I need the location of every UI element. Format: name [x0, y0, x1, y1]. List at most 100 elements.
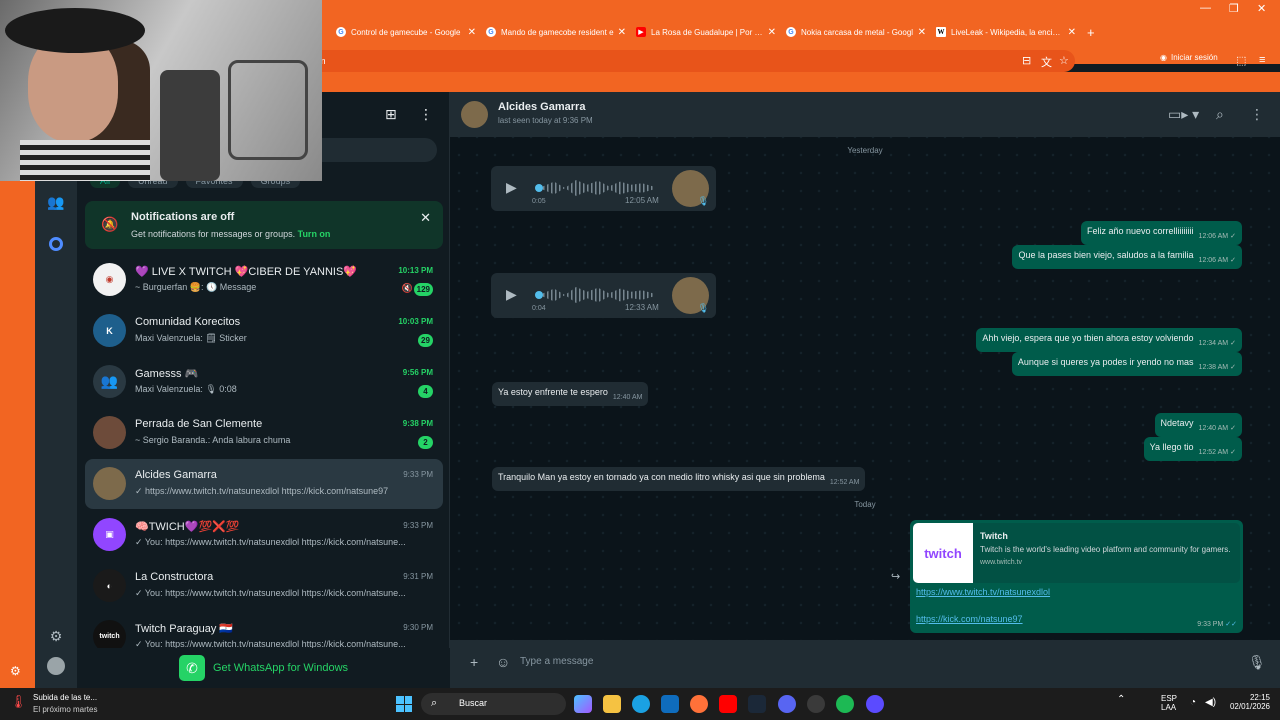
settings-icon[interactable]: ⚙ — [46, 626, 66, 646]
bell-off-icon: 🔕 — [101, 215, 119, 232]
spotify-icon[interactable] — [836, 695, 854, 713]
menu-icon[interactable]: ≡ — [1259, 54, 1265, 66]
chevron-up-icon[interactable]: ⌃ — [1117, 694, 1125, 705]
firefox-icon[interactable] — [690, 695, 708, 713]
play-icon[interactable]: ▶ — [506, 179, 517, 196]
notif-subtitle: Get notifications for messages or groups… — [131, 229, 331, 239]
message-bubble[interactable]: Ya llego tio12:52 AM ✓ — [1143, 437, 1242, 461]
app-icon[interactable] — [866, 695, 884, 713]
avatar[interactable] — [46, 656, 66, 676]
close-tab-icon[interactable]: ✕ — [918, 27, 926, 38]
browser-tab[interactable]: ▶ La Rosa de Guadalupe | Por Sie ✕ — [636, 22, 776, 42]
message-bubble[interactable]: Ndetavy12:40 AM ✓ — [1154, 413, 1242, 437]
waveform — [543, 180, 653, 196]
attach-plus-icon[interactable]: + — [470, 654, 478, 670]
minimize-icon[interactable]: — — [1200, 2, 1211, 14]
volume-icon[interactable]: ◀) — [1205, 697, 1216, 708]
browser-tab[interactable]: G Nokia carcasa de metal - Googl ✕ — [786, 22, 926, 42]
message-bubble[interactable]: Que la pases bien viejo, saludos a la fa… — [1012, 245, 1242, 269]
group-icon: 👥 — [93, 365, 126, 398]
file-explorer-icon[interactable] — [603, 695, 621, 713]
message-bubble[interactable]: Tranquilo Man ya estoy en tornado ya con… — [492, 467, 866, 491]
chat-item[interactable]: ◉ 💜 LIVE X TWITCH 💖CIBER DE YANNIS💖 ~ Bu… — [85, 255, 443, 305]
avatar: K — [93, 314, 126, 347]
link-preview-card[interactable]: twitch Twitch Twitch is the world's lead… — [913, 523, 1240, 583]
thermometer-icon[interactable]: 🌡 — [10, 694, 27, 712]
get-whatsapp-button[interactable]: ✆ Get WhatsApp for Windows — [77, 648, 450, 688]
more-options-icon[interactable]: ⋮ — [419, 106, 433, 123]
restore-icon[interactable]: ❐ — [1229, 2, 1239, 15]
sender-avatar: 🎙 — [672, 277, 709, 314]
translate-icon[interactable]: 文 — [1041, 54, 1052, 70]
chat-item[interactable]: K Comunidad Korecitos Maxi Valenzuela: 🗒… — [85, 306, 443, 356]
message-bubble[interactable]: Ya estoy enfrente te espero12:40 AM — [492, 382, 649, 406]
new-chat-icon[interactable]: ⊞ — [385, 106, 397, 123]
contact-avatar[interactable] — [461, 101, 488, 128]
notif-title: Notifications are off — [131, 211, 235, 223]
chat-item-selected[interactable]: Alcides Gamarra ✓ https://www.twitch.tv/… — [85, 459, 443, 509]
browser-settings-icon[interactable]: ⚙ — [10, 664, 21, 678]
language-indicator[interactable]: ESP LAA — [1161, 694, 1177, 712]
whatsapp-icon: ✆ — [178, 655, 205, 681]
twitch-link[interactable]: https://www.twitch.tv/natsunexdlol — [916, 587, 1050, 597]
message-bubble[interactable]: Ahh viejo, espera que yo tbien ahora est… — [976, 328, 1242, 352]
close-icon[interactable]: ✕ — [420, 210, 431, 226]
chat-item[interactable]: Perrada de San Clemente ~ Sergio Baranda… — [85, 408, 443, 458]
chat-item[interactable]: 👥 Gamesss 🎮 Maxi Valenzuela: 🎙 0:08 9:56… — [85, 357, 443, 407]
last-seen: last seen today at 9:36 PM — [498, 116, 593, 125]
clock[interactable]: 22:15 02/01/2026 — [1226, 693, 1270, 711]
kick-link[interactable]: https://kick.com/natsune97 — [916, 614, 1023, 624]
conversation-header[interactable]: Alcides Gamarra last seen today at 9:36 … — [450, 92, 1280, 137]
forward-icon[interactable]: ↪ — [891, 570, 900, 583]
browser-tab[interactable]: G Mando de gamecobe resident e ✕ — [486, 22, 626, 42]
youtube-icon[interactable] — [719, 695, 737, 713]
chat-item[interactable]: ▣ 🧠TWICH💜💯❌💯 ✓ You: https://www.twitch.t… — [85, 510, 443, 560]
browser-tab[interactable]: W LiveLeak - Wikipedia, la enciclop ✕ — [936, 22, 1076, 42]
twitch-avatar: ▣ — [93, 518, 126, 551]
close-tab-icon[interactable]: ✕ — [1068, 27, 1076, 38]
play-icon[interactable]: ▶ — [506, 286, 517, 303]
discord-icon[interactable] — [778, 695, 796, 713]
steam-icon[interactable] — [748, 695, 766, 713]
emoji-icon[interactable]: ☺ — [496, 654, 510, 670]
new-tab-button[interactable]: + — [1087, 22, 1095, 42]
close-window-icon[interactable]: ✕ — [1257, 2, 1266, 15]
unread-badge: 29 — [418, 334, 433, 347]
communities-icon[interactable]: 👥 — [46, 192, 66, 212]
turn-on-link[interactable]: Turn on — [298, 229, 331, 239]
edge-icon[interactable] — [632, 695, 650, 713]
person-hat — [5, 8, 145, 53]
message-bubble[interactable]: Feliz año nuevo correlliiiiiiii12:06 AM ✓ — [1081, 221, 1242, 245]
taskbar-search[interactable]: ⌕ Buscar — [421, 693, 566, 715]
outlook-icon[interactable] — [661, 695, 679, 713]
copilot-icon[interactable] — [574, 695, 592, 713]
read-receipt-icon: ✓✓ — [1225, 621, 1237, 628]
screen: G Control de gamecube - Google ✕ G Mando de… — [0, 0, 1280, 720]
video-call-icon[interactable]: ▭▸ ▾ — [1168, 106, 1199, 123]
close-tab-icon[interactable]: ✕ — [768, 27, 776, 38]
address-bar[interactable] — [300, 50, 1075, 72]
message-input[interactable]: Type a message — [520, 656, 593, 667]
meta-ai-icon[interactable] — [46, 234, 66, 254]
voice-slider[interactable] — [535, 291, 543, 299]
signin-button[interactable]: ◉ Iniciar sesión — [1160, 53, 1218, 62]
close-tab-icon[interactable]: ✕ — [618, 27, 626, 38]
voice-slider[interactable] — [535, 184, 543, 192]
bookmark-star-icon[interactable]: ☆ — [1059, 54, 1069, 67]
obs-icon[interactable] — [807, 695, 825, 713]
chat-item[interactable]: ◐ La Constructora ✓ You: https://www.twi… — [85, 561, 443, 611]
more-options-icon[interactable]: ⋮ — [1250, 106, 1264, 123]
microphone-icon[interactable]: 🎙 — [1248, 654, 1266, 671]
webcam-overlay — [0, 0, 322, 181]
message-bubble[interactable]: Aunque si queres ya podes ir yendo no ma… — [1011, 352, 1242, 376]
extensions-icon[interactable]: ⬚ — [1236, 54, 1246, 67]
install-app-icon[interactable]: ⊟ — [1022, 54, 1031, 67]
close-tab-icon[interactable]: ✕ — [468, 27, 476, 38]
link-message[interactable]: twitch Twitch Twitch is the world's lead… — [910, 520, 1243, 633]
weather-title[interactable]: Subida de las te... — [33, 693, 97, 702]
wifi-icon[interactable]: ◔ — [1190, 697, 1196, 708]
search-icon[interactable]: ⌕ — [1216, 106, 1224, 123]
chat-item[interactable]: twitch Twitch Paraguay 🇵🇾 ✓ You: https:/… — [85, 612, 443, 648]
start-button[interactable] — [396, 696, 412, 712]
browser-tab[interactable]: G Control de gamecube - Google ✕ — [336, 22, 476, 42]
